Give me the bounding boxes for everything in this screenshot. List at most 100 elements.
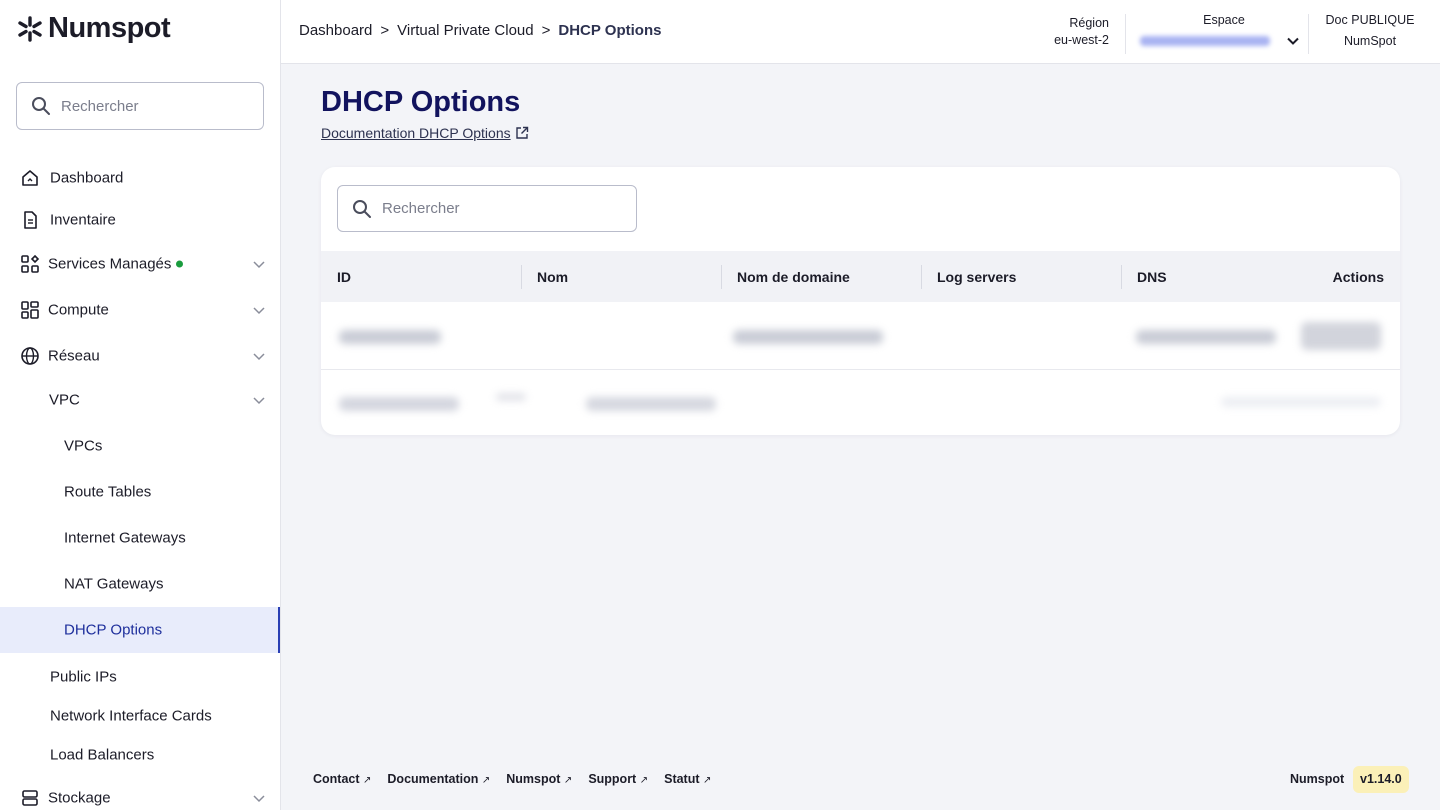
redacted-cell [1136, 330, 1276, 344]
sidebar-item-dhcp-options[interactable]: DHCP Options [0, 607, 280, 653]
footer-links: Contact ↗ Documentation ↗ Numspot ↗ Supp… [313, 772, 711, 786]
search-icon [32, 97, 50, 115]
sidebar-item-internet-gateways[interactable]: Internet Gateways [0, 518, 280, 558]
chevron-down-icon [253, 307, 265, 315]
sidebar-item-label: DHCP Options [64, 621, 163, 639]
table-search-input[interactable] [382, 200, 612, 217]
sidebar-item-services-manages[interactable]: Services Managés [0, 244, 280, 284]
breadcrumb-item-vpc[interactable]: Virtual Private Cloud [397, 22, 533, 39]
sidebar-item-public-ips[interactable]: Public IPs [0, 657, 280, 697]
sidebar: Numspot Dashboard Inventaire Services Ma… [0, 0, 281, 810]
numspot-logo[interactable]: Numspot [16, 12, 171, 45]
chevron-down-icon [253, 795, 265, 803]
document-icon [24, 211, 37, 229]
column-header-log-servers[interactable]: Log servers [921, 251, 1016, 302]
sidebar-item-vpc[interactable]: VPC [0, 380, 280, 420]
globe-icon [21, 347, 39, 365]
sidebar-item-dashboard[interactable]: Dashboard [0, 158, 280, 198]
redacted-cell [339, 397, 459, 411]
column-header-nom[interactable]: Nom [521, 251, 568, 302]
sidebar-item-nat-gateways[interactable]: NAT Gateways [0, 564, 280, 604]
chevron-down-icon[interactable] [1286, 34, 1300, 48]
sidebar-item-inventaire[interactable]: Inventaire [0, 200, 280, 240]
chevron-down-icon [253, 353, 265, 361]
redacted-cell [586, 397, 716, 411]
sidebar-item-stockage[interactable]: Stockage [0, 778, 280, 810]
breadcrumb-separator: > [380, 22, 390, 39]
column-header-actions: Actions [1332, 268, 1384, 285]
sidebar-item-label: Internet Gateways [64, 529, 186, 547]
sidebar-item-network-interface-cards[interactable]: Network Interface Cards [0, 696, 280, 736]
column-header-nom-de-domaine[interactable]: Nom de domaine [721, 251, 850, 302]
sidebar-item-vpcs[interactable]: VPCs [0, 426, 280, 466]
table-search[interactable] [337, 185, 637, 232]
chevron-down-icon [253, 397, 265, 405]
region-value: eu-west-2 [1054, 33, 1109, 47]
sidebar-item-label: Compute [48, 301, 109, 319]
sidebar-item-label: Inventaire [50, 211, 116, 229]
redacted-cell [733, 330, 883, 344]
redacted-action[interactable] [1301, 322, 1381, 350]
breadcrumb-item-dashboard[interactable]: Dashboard [299, 22, 372, 39]
storage-icon [22, 790, 38, 806]
sidebar-item-label: Réseau [48, 347, 100, 365]
search-icon [353, 199, 371, 218]
numspot-logo-icon [18, 15, 42, 42]
region-selector: Région eu-west-2 [1039, 0, 1127, 64]
footer-link-documentation[interactable]: Documentation ↗ [387, 772, 490, 786]
sidebar-item-load-balancers[interactable]: Load Balancers [0, 735, 280, 775]
sidebar-item-label: VPC [49, 391, 80, 409]
divider [1125, 14, 1126, 54]
sidebar-item-label: VPCs [64, 437, 103, 455]
sidebar-item-route-tables[interactable]: Route Tables [0, 472, 280, 512]
espace-selector[interactable]: Espace [1140, 0, 1308, 64]
dhcp-options-table-card: ID Nom Nom de domaine Log servers DNS Ac… [321, 167, 1400, 435]
sidebar-search-input[interactable] [61, 97, 241, 115]
apps-icon [21, 254, 40, 273]
status-dot [176, 260, 184, 268]
redacted-action[interactable] [1221, 397, 1381, 407]
doc-label: Doc PUBLIQUE [1325, 13, 1415, 27]
table-header: ID Nom Nom de domaine Log servers DNS Ac… [321, 251, 1400, 302]
page-title: DHCP Options [321, 86, 521, 118]
table-row[interactable] [321, 302, 1400, 370]
sidebar-item-label: Stockage [48, 789, 111, 807]
redacted-cell [339, 330, 441, 344]
breadcrumb-current: DHCP Options [558, 22, 662, 39]
sidebar-item-label: Dashboard [50, 169, 124, 187]
footer-link-contact[interactable]: Contact ↗ [313, 772, 371, 786]
sidebar-item-label: Network Interface Cards [50, 707, 212, 725]
footer-brand: Numspot [1290, 772, 1345, 786]
region-label: Région [1069, 16, 1109, 30]
brand-name: Numspot [48, 12, 171, 44]
breadcrumb: Dashboard > Virtual Private Cloud > DHCP… [299, 22, 661, 39]
sidebar-item-compute[interactable]: Compute [0, 290, 280, 330]
footer-link-support[interactable]: Support ↗ [588, 772, 648, 786]
documentation-link[interactable]: Documentation DHCP Options [321, 125, 529, 141]
sidebar-item-label: Public IPs [50, 668, 117, 686]
documentation-link-label: Documentation DHCP Options [321, 125, 511, 141]
doc-publique-link[interactable]: Doc PUBLIQUE NumSpot [1311, 0, 1429, 64]
column-header-id[interactable]: ID [321, 251, 351, 302]
footer-link-numspot[interactable]: Numspot ↗ [506, 772, 572, 786]
sidebar-item-label: Services Managés [48, 256, 184, 273]
home-icon [22, 170, 38, 186]
footer-link-statut[interactable]: Statut ↗ [664, 772, 711, 786]
sidebar-search[interactable] [16, 82, 264, 130]
doc-value: NumSpot [1343, 34, 1397, 48]
chevron-down-icon [253, 261, 265, 269]
table-row[interactable] [321, 371, 1400, 435]
sidebar-item-label: NAT Gateways [64, 575, 164, 593]
espace-value-redacted [1140, 36, 1270, 46]
grid-icon [21, 301, 39, 319]
column-header-dns[interactable]: DNS [1121, 251, 1167, 302]
top-bar: Dashboard > Virtual Private Cloud > DHCP… [281, 0, 1440, 64]
espace-label: Espace [1203, 13, 1245, 27]
breadcrumb-separator: > [541, 22, 551, 39]
sidebar-item-label: Load Balancers [50, 746, 155, 764]
external-link-icon [515, 126, 528, 139]
redacted-cell [496, 393, 526, 401]
sidebar-item-reseau[interactable]: Réseau [0, 336, 280, 376]
sidebar-item-label: Route Tables [64, 483, 152, 501]
version-badge: v1.14.0 [1353, 766, 1409, 793]
